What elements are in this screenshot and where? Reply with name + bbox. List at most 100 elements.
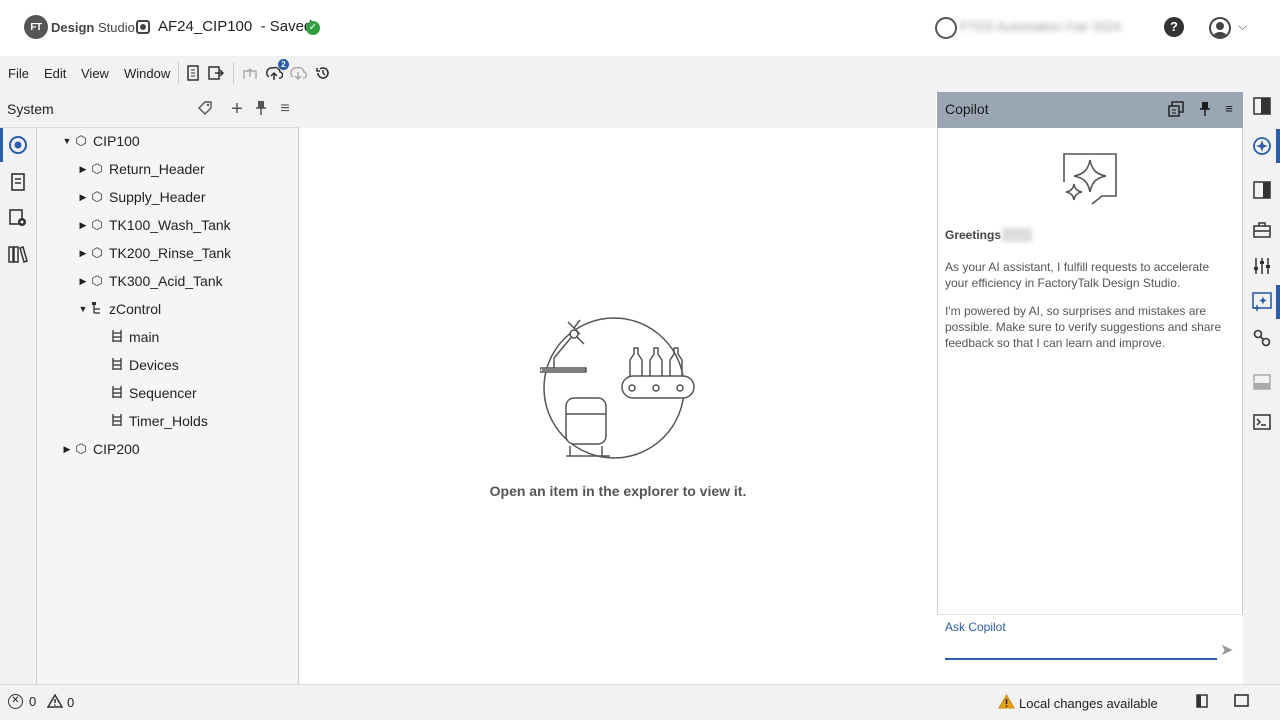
tree-node-label: TK300_Acid_Tank xyxy=(109,273,223,289)
tree-node-label: main xyxy=(129,329,160,345)
tree-node-timer-holds[interactable]: Timer_Holds xyxy=(109,407,208,435)
tree-node-tk100[interactable]: ▶ ⬡ TK100_Wash_Tank xyxy=(77,211,231,239)
properties-panel-icon[interactable] xyxy=(1252,96,1272,116)
dock-panel-icon[interactable] xyxy=(1194,694,1210,708)
program-icon xyxy=(89,301,105,318)
copilot-panel-title: Copilot xyxy=(945,101,989,117)
history-icon[interactable] xyxy=(314,64,332,82)
caret-expanded-icon[interactable]: ▼ xyxy=(77,304,89,314)
system-explorer-icon[interactable] xyxy=(8,135,28,155)
panel-menu-icon[interactable]: ≡ xyxy=(276,100,294,118)
toolbar-divider xyxy=(233,62,234,84)
area-icon: ⬡ xyxy=(91,245,103,260)
area-icon: ⬡ xyxy=(75,441,87,456)
saved-check-icon: ✓ xyxy=(306,21,320,35)
chevron-down-icon[interactable]: ⌵ xyxy=(1238,19,1247,34)
tag-icon[interactable] xyxy=(196,100,214,118)
ask-copilot-label: Ask Copilot xyxy=(945,620,1006,634)
tree-node-main[interactable]: main xyxy=(109,323,159,351)
app-logo[interactable]: FT Design Studio xyxy=(24,15,135,39)
local-changes-indicator[interactable]: Local changes available xyxy=(998,693,1158,712)
split-panel-icon[interactable] xyxy=(1252,180,1272,200)
copilot-intro-text: As your AI assistant, I fulfill requests… xyxy=(945,260,1210,290)
tree-node-label: Sequencer xyxy=(129,385,197,401)
menu-edit[interactable]: Edit xyxy=(44,66,66,81)
tree-node-cip200[interactable]: ▶ ⬡ CIP200 xyxy=(61,435,140,463)
area-icon: ⬡ xyxy=(91,273,103,288)
routine-icon xyxy=(109,357,125,374)
cloud-download-disabled-icon xyxy=(289,64,307,82)
copilot-greeting: Greetings xyxy=(945,228,1002,242)
upload-disabled-icon xyxy=(241,64,259,82)
send-icon[interactable]: ➤ xyxy=(1220,640,1233,660)
new-document-icon[interactable] xyxy=(184,64,202,82)
workspace-name[interactable]: FTDS Automation Fair 2024 xyxy=(960,19,1140,35)
library-document-icon[interactable] xyxy=(8,172,28,192)
caret-collapsed-icon[interactable]: ▶ xyxy=(61,444,73,455)
caret-collapsed-icon[interactable]: ▶ xyxy=(77,276,89,287)
app-name: Design Studio xyxy=(51,19,135,35)
navigator-icon[interactable] xyxy=(1252,136,1272,156)
caret-collapsed-icon[interactable]: ▶ xyxy=(77,248,89,259)
link-icon[interactable] xyxy=(1252,328,1272,348)
tree-node-sequencer[interactable]: Sequencer xyxy=(109,379,197,407)
workspace-icon[interactable] xyxy=(935,17,957,39)
tree-node-label: CIP100 xyxy=(93,133,140,149)
empty-state-illustration xyxy=(539,310,700,465)
copilot-menu-icon[interactable]: ≡ xyxy=(1221,101,1237,117)
title-bar: FT Design Studio AF24_CIP100 - Saved ✓ F… xyxy=(0,0,1280,56)
area-icon: ⬡ xyxy=(75,133,87,148)
tree-node-zcontrol[interactable]: ▼ zControl xyxy=(77,295,162,323)
tree-node-supply-header[interactable]: ▶ ⬡ Supply_Header xyxy=(77,183,206,211)
sliders-icon[interactable] xyxy=(1252,256,1272,276)
warning-icon xyxy=(46,693,64,711)
bottom-panel-disabled-icon xyxy=(1252,372,1272,392)
toolbox-icon[interactable] xyxy=(1252,220,1272,240)
add-icon[interactable]: + xyxy=(228,99,246,119)
device-settings-icon[interactable] xyxy=(8,208,28,228)
terminal-icon[interactable] xyxy=(1252,412,1272,432)
sync-count-badge: 2 xyxy=(278,59,289,70)
copilot-sparkle-rail-icon[interactable] xyxy=(1252,292,1272,312)
toolbar-divider xyxy=(178,62,179,84)
local-changes-warning-icon xyxy=(998,693,1015,712)
export-icon[interactable] xyxy=(207,64,225,82)
caret-expanded-icon[interactable]: ▼ xyxy=(61,136,73,146)
copilot-pin-icon[interactable] xyxy=(1197,101,1213,117)
library-books-icon[interactable] xyxy=(8,244,28,264)
user-name-redacted xyxy=(1002,228,1032,242)
tree-node-tk200[interactable]: ▶ ⬡ TK200_Rinse_Tank xyxy=(77,239,232,267)
editor-tab-strip xyxy=(300,92,936,128)
caret-collapsed-icon[interactable]: ▶ xyxy=(77,192,89,203)
area-icon: ⬡ xyxy=(91,217,103,232)
tree-node-return-header[interactable]: ▶ ⬡ Return_Header xyxy=(77,155,205,183)
user-avatar-icon[interactable] xyxy=(1209,17,1231,39)
copilot-history-icon[interactable] xyxy=(1168,101,1184,117)
tree-node-devices[interactable]: Devices xyxy=(109,351,179,379)
rail-active-indicator xyxy=(0,128,3,162)
menu-view[interactable]: View xyxy=(81,66,109,81)
copilot-sparkle-icon xyxy=(1062,152,1118,209)
project-icon xyxy=(136,20,150,34)
tree-node-tk300[interactable]: ▶ ⬡ TK300_Acid_Tank xyxy=(77,267,223,295)
caret-collapsed-icon[interactable]: ▶ xyxy=(77,164,89,175)
tree-node-label: Supply_Header xyxy=(109,189,206,205)
error-icon: ✕ xyxy=(8,694,23,709)
pin-icon[interactable] xyxy=(252,100,270,118)
maximize-icon[interactable] xyxy=(1234,694,1249,707)
tree-node-label: zControl xyxy=(109,301,162,317)
ask-copilot-input[interactable] xyxy=(945,636,1217,660)
menu-file[interactable]: File xyxy=(8,66,29,81)
tree-node-label: TK200_Rinse_Tank xyxy=(109,245,232,261)
tree-node-cip100[interactable]: ▼ ⬡ CIP100 xyxy=(61,127,140,155)
routine-icon xyxy=(109,413,125,430)
routine-icon xyxy=(109,329,125,346)
tree-node-label: TK100_Wash_Tank xyxy=(109,217,231,233)
rail-active-indicator xyxy=(1276,129,1280,163)
menu-window[interactable]: Window xyxy=(124,66,170,81)
error-count[interactable]: ✕ 0 xyxy=(8,694,36,709)
warning-count[interactable]: 0 xyxy=(46,693,74,711)
caret-collapsed-icon[interactable]: ▶ xyxy=(77,220,89,231)
help-icon[interactable]: ? xyxy=(1164,17,1184,37)
area-icon: ⬡ xyxy=(91,161,103,176)
